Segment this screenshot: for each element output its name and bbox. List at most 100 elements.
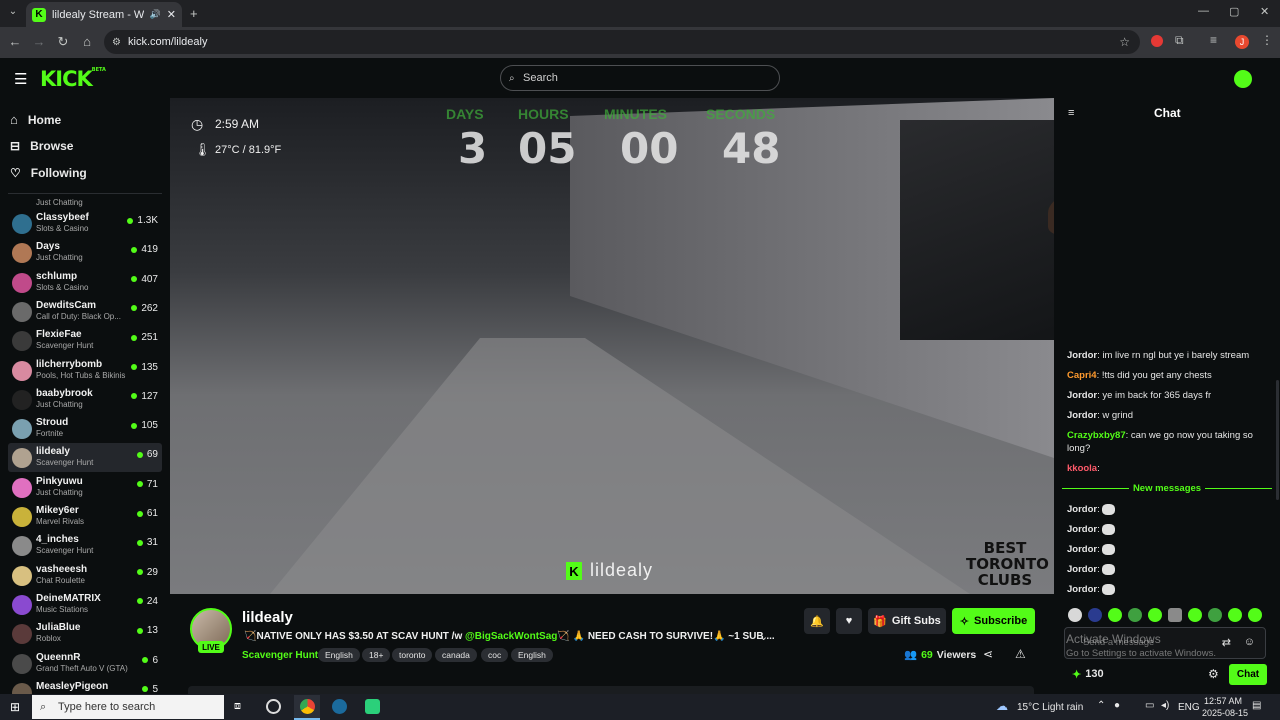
share-icon[interactable]: ⋖ <box>983 647 993 661</box>
translate-icon[interactable]: ⇄ <box>1222 636 1231 649</box>
bookmark-star-icon[interactable]: ☆ <box>1119 35 1130 49</box>
sidebar-channel-schlump[interactable]: schlump Slots & Casino 407 <box>8 268 162 297</box>
sidebar-nav-following[interactable]: ♡ Following <box>10 166 87 180</box>
maximize-icon[interactable]: ▢ <box>1229 5 1239 18</box>
search-input[interactable]: ⌕ Search <box>500 65 780 91</box>
forward-icon[interactable]: → <box>31 34 47 49</box>
chat-settings-icon[interactable]: ⚙ <box>1208 667 1219 681</box>
chat-username[interactable]: Capri4 <box>1067 370 1097 381</box>
home-button-icon[interactable]: ⌂ <box>79 34 95 49</box>
sidebar-channel-flexiefae[interactable]: FlexieFae Scavenger Hunt 251 <box>8 326 162 355</box>
notifications-icon[interactable]: ▤ <box>1252 700 1261 711</box>
chat-username[interactable]: Jordor <box>1067 504 1097 515</box>
store-app-icon[interactable] <box>365 699 380 714</box>
back-icon[interactable]: ← <box>7 34 23 49</box>
expand-title-chevron-icon[interactable]: ⌄ <box>759 630 768 643</box>
taskbar-date[interactable]: 2025-08-15 <box>1202 708 1248 718</box>
sidebar-channel-queennr[interactable]: QueennR Grand Theft Auto V (GTA) 6 <box>8 649 162 678</box>
window-close-icon[interactable]: ✕ <box>1260 5 1269 18</box>
chat-username[interactable]: Jordor <box>1067 564 1097 575</box>
emote-icon[interactable] <box>1128 608 1142 622</box>
stream-category-link[interactable]: Scavenger Hunt <box>242 650 318 661</box>
tag-english-2[interactable]: English <box>511 648 553 662</box>
chat-username[interactable]: Jordor <box>1067 584 1097 595</box>
emote-icon[interactable] <box>1168 608 1182 622</box>
chat-scrollbar[interactable] <box>1276 380 1279 500</box>
tab-close-icon[interactable]: ✕ <box>167 8 176 21</box>
tray-network-icon[interactable]: ▭ <box>1145 700 1154 711</box>
chat-username[interactable]: Jordor <box>1067 390 1097 401</box>
media-control-icon[interactable]: ≡ <box>1210 33 1217 47</box>
sidebar-channel-vasheeesh[interactable]: vasheeesh Chat Roulette 29 <box>8 561 162 590</box>
hamburger-menu-icon[interactable]: ☰ <box>14 70 27 88</box>
browser-menu-icon[interactable]: ⋮ <box>1261 33 1273 47</box>
steam-app-icon[interactable] <box>332 699 347 714</box>
taskbar-time[interactable]: 12:57 AM <box>1204 696 1242 706</box>
emote-icon[interactable] <box>1188 608 1202 622</box>
speaker-icon[interactable]: 🔊 <box>150 9 161 20</box>
notification-bell-button[interactable]: 🔔 <box>804 608 830 634</box>
subscribe-button[interactable]: ✧ Subscribe <box>952 608 1035 634</box>
emote-icon[interactable] <box>1228 608 1242 622</box>
chat-username[interactable]: Jordor <box>1067 410 1097 421</box>
taskbar-search-input[interactable]: ⌕ Type here to search <box>32 695 224 719</box>
tag-canada[interactable]: canada <box>435 648 477 662</box>
emote-icon[interactable] <box>1208 608 1222 622</box>
tag-18plus[interactable]: 18+ <box>362 648 391 662</box>
task-view-icon[interactable]: ⧈ <box>234 700 241 713</box>
taskbar-language[interactable]: ENG <box>1178 702 1200 713</box>
chat-username[interactable]: Jordor <box>1067 350 1097 361</box>
chrome-app-icon[interactable] <box>294 695 320 720</box>
chat-username[interactable]: Crazybxby87 <box>1067 430 1126 441</box>
chat-username[interactable]: Jordor <box>1067 524 1097 535</box>
sidebar-channel-days[interactable]: Days Just Chatting 419 <box>8 238 162 267</box>
sidebar-channel-baabybrook[interactable]: baabybrook Just Chatting 127 <box>8 385 162 414</box>
sidebar-channel-classybeef[interactable]: Classybeef Slots & Casino 1.3K <box>8 209 162 238</box>
tag-coc[interactable]: coc <box>481 648 509 662</box>
user-avatar-icon[interactable] <box>1234 70 1252 88</box>
gift-subs-button[interactable]: 🎁 Gift Subs <box>868 608 946 634</box>
emote-icon[interactable] <box>1068 608 1082 622</box>
kick-logo[interactable]: KICKBETA <box>40 67 106 91</box>
tab-search-button[interactable]: ⌄ <box>6 6 20 20</box>
sidebar-channel-pinkyuwu[interactable]: Pinkyuwu Just Chatting 71 <box>8 473 162 502</box>
emote-icon[interactable] <box>1108 608 1122 622</box>
sidebar-channel-deinematrix[interactable]: DeineMATRIX Music Stations 24 <box>8 590 162 619</box>
browser-tab[interactable]: K lildealy Stream - Watch Live 🔊 ✕ <box>26 2 182 27</box>
tray-volume-icon[interactable]: ◂) <box>1161 700 1169 711</box>
obs-app-icon[interactable] <box>266 699 281 714</box>
tray-chevron-icon[interactable]: ⌃ <box>1097 700 1105 711</box>
sidebar-channel-stroud[interactable]: Stroud Fortnite 105 <box>8 414 162 443</box>
reload-icon[interactable]: ↻ <box>55 34 71 50</box>
chat-collapse-icon[interactable]: ≡ <box>1068 107 1074 119</box>
sidebar-channel-juliablue[interactable]: JuliaBlue Roblox 13 <box>8 619 162 648</box>
stream-title-mention[interactable]: @BigSackWontSag <box>465 631 557 642</box>
emote-icon[interactable] <box>1248 608 1262 622</box>
follow-heart-button[interactable]: ♥ <box>836 608 862 634</box>
emote-icon[interactable] <box>1088 608 1102 622</box>
profile-avatar[interactable]: J <box>1235 35 1249 49</box>
sidebar-nav-browse[interactable]: ⊟ Browse <box>10 139 73 153</box>
chat-username[interactable]: kkoola <box>1067 463 1097 474</box>
sidebar-channel-4_inches[interactable]: 4_inches Scavenger Hunt 31 <box>8 531 162 560</box>
report-warning-icon[interactable]: ⚠ <box>1015 647 1026 661</box>
taskbar-weather[interactable]: 15°C Light rain <box>1017 702 1083 713</box>
sidebar-channel-lilcherrybomb[interactable]: lilcherrybomb Pools, Hot Tubs & Bikinis 13… <box>8 356 162 385</box>
new-tab-button[interactable]: + <box>190 6 198 21</box>
emote-icon[interactable] <box>1148 608 1162 622</box>
streamer-name[interactable]: lildealy <box>242 609 293 626</box>
tag-toronto[interactable]: toronto <box>392 648 433 662</box>
tag-english[interactable]: English <box>318 648 360 662</box>
site-info-icon[interactable]: ⚙ <box>112 37 121 48</box>
minimize-icon[interactable]: — <box>1198 5 1209 17</box>
extensions-puzzle-icon[interactable]: ⧉ <box>1175 33 1184 48</box>
address-bar[interactable]: ⚙ kick.com/lildealy ☆ <box>104 30 1140 54</box>
sidebar-channel-dewditscam[interactable]: DewditsCam Call of Duty: Black Op... 262 <box>8 297 162 326</box>
chat-send-button[interactable]: Chat <box>1229 664 1267 685</box>
sidebar-channel-mikey6er[interactable]: Mikey6er Marvel Rivals 61 <box>8 502 162 531</box>
emoji-icon[interactable]: ☺ <box>1244 636 1255 648</box>
sidebar-nav-home[interactable]: ⌂ Home <box>10 112 61 127</box>
sidebar-channel-lildealy[interactable]: lildealy Scavenger Hunt 69 <box>8 443 162 473</box>
channel-points[interactable]: ✦ 130 <box>1072 668 1104 681</box>
windows-start-icon[interactable]: ⊞ <box>10 700 20 714</box>
